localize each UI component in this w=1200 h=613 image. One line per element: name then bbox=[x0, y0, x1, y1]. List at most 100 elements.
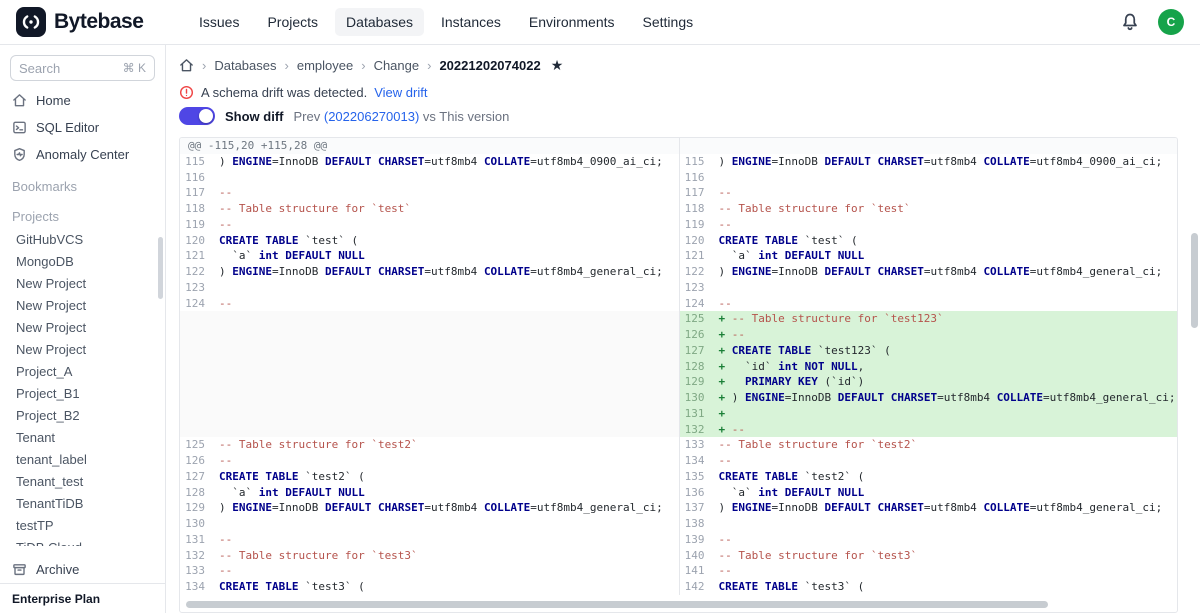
sidebar-project-item[interactable]: New Project bbox=[0, 316, 165, 338]
show-diff-toggle[interactable] bbox=[179, 107, 215, 125]
sidebar-project-item[interactable]: testTP bbox=[0, 514, 165, 536]
terminal-icon bbox=[12, 120, 27, 135]
line-number: 122 bbox=[680, 264, 714, 280]
diff-line: 131+ bbox=[680, 406, 1178, 422]
nav-item-issues[interactable]: Issues bbox=[188, 8, 250, 36]
breadcrumb-item[interactable]: Databases bbox=[214, 58, 276, 73]
bell-icon[interactable] bbox=[1120, 12, 1140, 32]
line-content: `a` int DEFAULT NULL bbox=[714, 248, 865, 264]
line-number: 134 bbox=[680, 453, 714, 469]
content-row: ⌘ K Home SQL Editor bbox=[0, 45, 1200, 613]
line-number: 128 bbox=[680, 359, 714, 375]
sidebar-project-item[interactable]: Project_A bbox=[0, 360, 165, 382]
sidebar-project-item[interactable]: New Project bbox=[0, 338, 165, 360]
sidebar-scrollbar[interactable] bbox=[158, 237, 163, 299]
line-number bbox=[180, 359, 214, 375]
user-avatar[interactable]: C bbox=[1158, 9, 1184, 35]
sidebar-item-label: Home bbox=[36, 93, 71, 108]
line-content: + bbox=[714, 406, 732, 422]
sidebar-project-item[interactable]: Tenant_test bbox=[0, 470, 165, 492]
line-number: 116 bbox=[180, 170, 214, 186]
line-number: 119 bbox=[180, 217, 214, 233]
search-shortcut: ⌘ K bbox=[123, 61, 146, 75]
line-content: CREATE TABLE `test3` ( bbox=[714, 579, 865, 595]
diff-line: 117-- bbox=[180, 185, 679, 201]
sidebar-project-item[interactable]: MongoDB bbox=[0, 250, 165, 272]
line-content: ) ENGINE=InnoDB DEFAULT CHARSET=utf8mb4 … bbox=[714, 154, 1163, 170]
line-content: CREATE TABLE `test` ( bbox=[714, 233, 858, 249]
diff-line: 121 `a` int DEFAULT NULL bbox=[180, 248, 679, 264]
sidebar-project-item[interactable]: Project_B2 bbox=[0, 404, 165, 426]
sidebar-project-item[interactable]: New Project bbox=[0, 272, 165, 294]
sidebar-item-label: Anomaly Center bbox=[36, 147, 129, 162]
sidebar-project-item[interactable]: GitHubVCS bbox=[0, 228, 165, 250]
schema-drift-alert: A schema drift was detected. View drift bbox=[179, 81, 1200, 103]
diff-line: 119-- bbox=[180, 217, 679, 233]
line-content bbox=[214, 359, 219, 375]
sidebar-item-anomaly-center[interactable]: Anomaly Center bbox=[0, 141, 165, 168]
line-number: 142 bbox=[680, 579, 714, 595]
line-content bbox=[714, 280, 719, 296]
diff-left-column: @@ -115,20 +115,28 @@115) ENGINE=InnoDB … bbox=[180, 138, 679, 595]
sidebar-project-item[interactable]: tenant_label bbox=[0, 448, 165, 470]
search-input[interactable] bbox=[19, 61, 109, 76]
breadcrumb-item[interactable]: 20221202074022 bbox=[439, 58, 540, 73]
sidebar-item-home[interactable]: Home bbox=[0, 87, 165, 114]
line-number bbox=[180, 327, 214, 343]
line-number: 120 bbox=[180, 233, 214, 249]
diff-panel: @@ -115,20 +115,28 @@115) ENGINE=InnoDB … bbox=[179, 137, 1178, 613]
line-number: 118 bbox=[180, 201, 214, 217]
line-content: CREATE TABLE `test3` ( bbox=[214, 579, 365, 595]
diff-hunk-header bbox=[680, 138, 1178, 154]
prev-version-link[interactable]: (202206270013) bbox=[324, 109, 419, 124]
diff-line: 126+ -- bbox=[680, 327, 1178, 343]
diff-gap-row bbox=[180, 390, 679, 406]
home-icon bbox=[12, 93, 27, 108]
line-number: 137 bbox=[680, 500, 714, 516]
diff-gap-row bbox=[180, 327, 679, 343]
line-content bbox=[214, 374, 219, 390]
sidebar-project-item[interactable]: TiDB Cloud bbox=[0, 536, 165, 546]
line-number: 140 bbox=[680, 548, 714, 564]
line-content: + `id` int NOT NULL, bbox=[714, 359, 865, 375]
sidebar-project-item[interactable]: Project_B1 bbox=[0, 382, 165, 404]
horizontal-scrollbar[interactable] bbox=[186, 601, 1048, 608]
diff-line: 115) ENGINE=InnoDB DEFAULT CHARSET=utf8m… bbox=[680, 154, 1178, 170]
sidebar-item-archive[interactable]: Archive bbox=[0, 556, 165, 583]
sidebar-sections: BookmarksProjectsGitHubVCSMongoDBNew Pro… bbox=[0, 168, 165, 546]
nav-item-databases[interactable]: Databases bbox=[335, 8, 424, 36]
diff-line: 129+ PRIMARY KEY (`id`) bbox=[680, 374, 1178, 390]
star-icon[interactable]: ★ bbox=[551, 57, 564, 74]
diff-line: 116 bbox=[680, 170, 1178, 186]
search-box[interactable]: ⌘ K bbox=[10, 55, 155, 81]
line-content bbox=[714, 170, 719, 186]
line-content bbox=[214, 170, 219, 186]
diff-line: 115) ENGINE=InnoDB DEFAULT CHARSET=utf8m… bbox=[180, 154, 679, 170]
line-content: + ) ENGINE=InnoDB DEFAULT CHARSET=utf8mb… bbox=[714, 390, 1176, 406]
nav-item-environments[interactable]: Environments bbox=[518, 8, 626, 36]
diff-line: 132-- Table structure for `test3` bbox=[180, 548, 679, 564]
line-content: -- Table structure for `test2` bbox=[714, 437, 918, 453]
page-scrollbar[interactable] bbox=[1191, 233, 1198, 328]
diff-gap-row bbox=[180, 343, 679, 359]
breadcrumb-item[interactable]: employee bbox=[297, 58, 353, 73]
line-number: 135 bbox=[680, 469, 714, 485]
line-content: -- bbox=[214, 296, 232, 312]
sidebar-section-label: Projects bbox=[0, 204, 165, 228]
diff-line: 135CREATE TABLE `test2` ( bbox=[680, 469, 1178, 485]
brand-name: Bytebase bbox=[54, 10, 143, 34]
sidebar-project-item[interactable]: New Project bbox=[0, 294, 165, 316]
nav-item-settings[interactable]: Settings bbox=[632, 8, 705, 36]
view-drift-link[interactable]: View drift bbox=[374, 85, 427, 100]
sidebar-project-item[interactable]: TenantTiDB bbox=[0, 492, 165, 514]
breadcrumb-item[interactable]: Change bbox=[374, 58, 420, 73]
home-icon[interactable] bbox=[179, 58, 194, 73]
line-number: 130 bbox=[680, 390, 714, 406]
line-number: 129 bbox=[680, 374, 714, 390]
nav-item-instances[interactable]: Instances bbox=[430, 8, 512, 36]
line-number bbox=[180, 311, 214, 327]
sidebar-project-item[interactable]: Tenant bbox=[0, 426, 165, 448]
nav-item-projects[interactable]: Projects bbox=[256, 8, 329, 36]
sidebar-item-sql-editor[interactable]: SQL Editor bbox=[0, 114, 165, 141]
brand-logo[interactable]: Bytebase bbox=[16, 7, 174, 37]
